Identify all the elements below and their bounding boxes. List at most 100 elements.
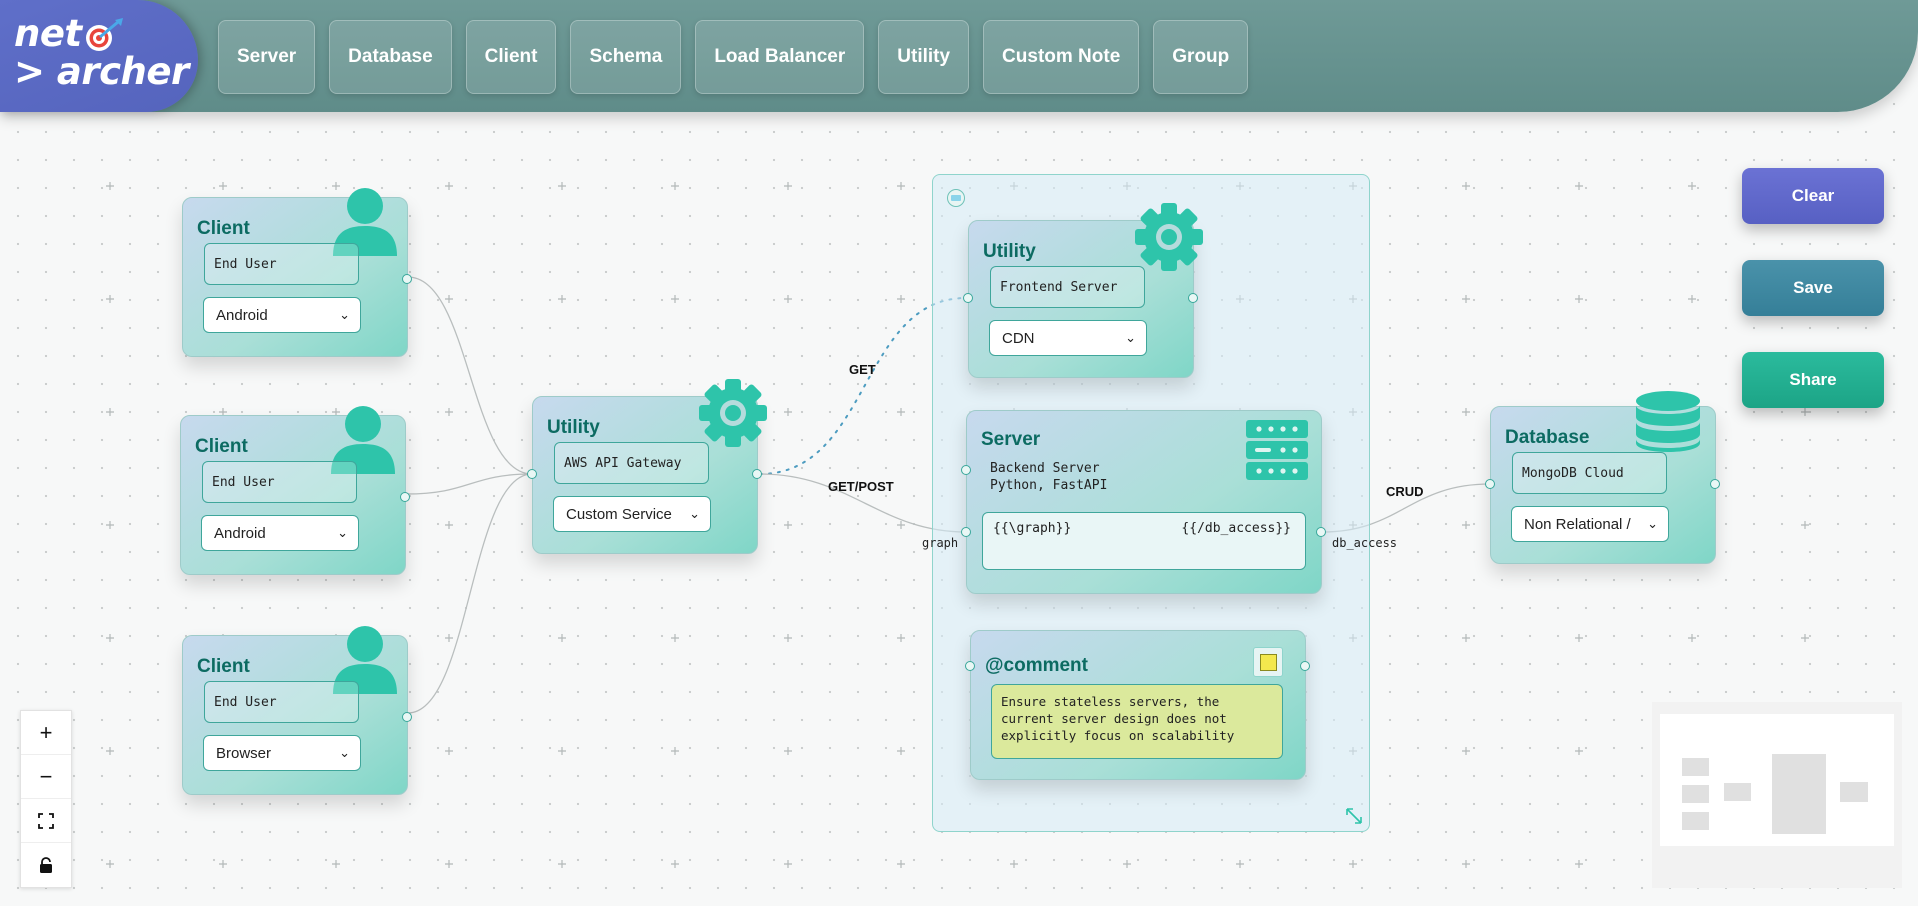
group-icon[interactable] <box>947 189 965 207</box>
frontend-type-select[interactable]: CDN ⌄ <box>989 320 1147 356</box>
code-handle-graph: {{\graph}} <box>993 521 1072 536</box>
grid-plus-marker <box>1575 295 1583 303</box>
chevron-down-icon: ⌄ <box>689 506 700 521</box>
connection-port[interactable] <box>1710 479 1720 489</box>
grid-plus-marker <box>1123 860 1131 868</box>
server-code-editor[interactable]: {{\graph}} {{/db_access}} <box>982 512 1306 570</box>
grid-plus-marker <box>784 295 792 303</box>
connection-port[interactable] <box>1300 661 1310 671</box>
edge-label-crud: CRUD <box>1386 484 1424 499</box>
comment-node[interactable]: @comment Ensure stateless servers, the c… <box>965 630 1310 780</box>
database-icon <box>1636 391 1700 452</box>
grid-plus-marker <box>1575 860 1583 868</box>
select-value: Android <box>214 524 266 542</box>
lock-button[interactable] <box>21 843 71 886</box>
grid-plus-marker <box>1462 747 1470 755</box>
gateway-type-select[interactable]: Custom Service ⌄ <box>553 496 711 532</box>
client-platform-select[interactable]: Browser ⌄ <box>203 735 361 771</box>
connection-port[interactable] <box>961 527 971 537</box>
connection-port[interactable] <box>1485 479 1495 489</box>
connection-port[interactable] <box>1316 527 1326 537</box>
minimap-node <box>1682 812 1709 830</box>
client-node[interactable]: Client End User Android ⌄ <box>182 188 412 357</box>
connection-port[interactable] <box>961 465 971 475</box>
clear-button[interactable]: Clear <box>1742 168 1884 224</box>
logo-text-archer: > archer <box>14 50 189 93</box>
palette-custom-note-button[interactable]: Custom Note <box>983 20 1140 94</box>
frontend-name-field[interactable]: Frontend Server <box>990 266 1145 308</box>
connection-port[interactable] <box>402 274 412 284</box>
palette-server-button[interactable]: Server <box>218 20 316 94</box>
grid-plus-marker <box>445 634 453 642</box>
client-name-field[interactable]: End User <box>202 461 357 503</box>
edge-client1-gateway <box>407 276 533 475</box>
select-value: Custom Service <box>566 505 672 523</box>
grid-plus-marker <box>1688 295 1696 303</box>
chevron-down-icon: ⌄ <box>339 745 350 760</box>
database-node[interactable]: Database MongoDB Cloud Non Relational / ⌄ <box>1485 391 1720 564</box>
connection-port[interactable] <box>752 469 762 479</box>
connection-port[interactable] <box>1188 293 1198 303</box>
grid-plus-marker <box>1801 634 1809 642</box>
connection-port[interactable] <box>527 469 537 479</box>
utility-node-frontend[interactable]: Utility Frontend Server CDN ⌄ <box>963 203 1203 378</box>
palette-load-balancer-button[interactable]: Load Balancer <box>695 20 865 94</box>
resize-icon[interactable] <box>1345 807 1363 825</box>
minimap[interactable] <box>1652 702 1902 888</box>
fit-view-button[interactable] <box>21 799 71 843</box>
node-title: Database <box>1505 427 1590 448</box>
gateway-name-field[interactable]: AWS API Gateway <box>554 442 709 484</box>
client-platform-select[interactable]: Android ⌄ <box>201 515 359 551</box>
zoom-out-button[interactable]: − <box>21 755 71 799</box>
database-name-field[interactable]: MongoDB Cloud <box>1512 452 1667 494</box>
grid-plus-marker <box>1688 634 1696 642</box>
grid-plus-marker <box>106 634 114 642</box>
code-handle-db-access: {{/db_access}} <box>1181 521 1291 536</box>
client-name-field[interactable]: End User <box>204 681 359 723</box>
grid-plus-marker <box>1010 860 1018 868</box>
grid-plus-marker <box>897 634 905 642</box>
share-button[interactable]: Share <box>1742 352 1884 408</box>
connection-port[interactable] <box>965 661 975 671</box>
grid-plus-marker <box>784 408 792 416</box>
client-node[interactable]: Client End User Android ⌄ <box>180 406 410 575</box>
server-description: Backend Server Python, FastAPI <box>990 460 1107 494</box>
grid-plus-marker <box>558 634 566 642</box>
comment-textarea[interactable]: Ensure stateless servers, the current se… <box>991 684 1283 759</box>
utility-node-gateway[interactable]: Utility AWS API Gateway Custom Service ⌄ <box>527 379 767 554</box>
grid-plus-marker <box>445 521 453 529</box>
save-button[interactable]: Save <box>1742 260 1884 316</box>
client-platform-select[interactable]: Android ⌄ <box>203 297 361 333</box>
grid-plus-marker <box>897 747 905 755</box>
lock-icon <box>40 856 52 873</box>
grid-plus-marker <box>671 634 679 642</box>
palette-group-button[interactable]: Group <box>1153 20 1249 94</box>
client-node[interactable]: Client End User Browser ⌄ <box>182 626 412 795</box>
node-title: Client <box>197 218 250 239</box>
client-name-field[interactable]: End User <box>204 243 359 285</box>
node-title: Utility <box>547 417 600 438</box>
grid-plus-marker <box>784 634 792 642</box>
palette-schema-button[interactable]: Schema <box>570 20 682 94</box>
connection-port[interactable] <box>400 492 410 502</box>
palette-client-button[interactable]: Client <box>465 20 557 94</box>
top-toolbar: net > archer Server Database Client Sche… <box>0 0 1918 112</box>
grid-plus-marker <box>1801 521 1809 529</box>
note-color-icon[interactable] <box>1253 647 1283 677</box>
grid-plus-marker <box>106 182 114 190</box>
connection-port[interactable] <box>963 293 973 303</box>
zoom-in-button[interactable]: + <box>21 711 71 755</box>
grid-plus-marker <box>106 747 114 755</box>
connection-port[interactable] <box>402 712 412 722</box>
logo-text-net: net <box>14 12 82 55</box>
grid-plus-marker <box>897 408 905 416</box>
server-node[interactable]: Server Backend Server Python, FastAPI {{… <box>961 410 1326 594</box>
palette-database-button[interactable]: Database <box>329 20 452 94</box>
grid-plus-marker <box>1575 182 1583 190</box>
palette-utility-button[interactable]: Utility <box>878 20 970 94</box>
grid-plus-marker <box>558 182 566 190</box>
database-type-select[interactable]: Non Relational / ⌄ <box>1511 506 1669 542</box>
grid-plus-marker <box>1462 408 1470 416</box>
grid-plus-marker <box>106 521 114 529</box>
grid-plus-marker <box>671 860 679 868</box>
